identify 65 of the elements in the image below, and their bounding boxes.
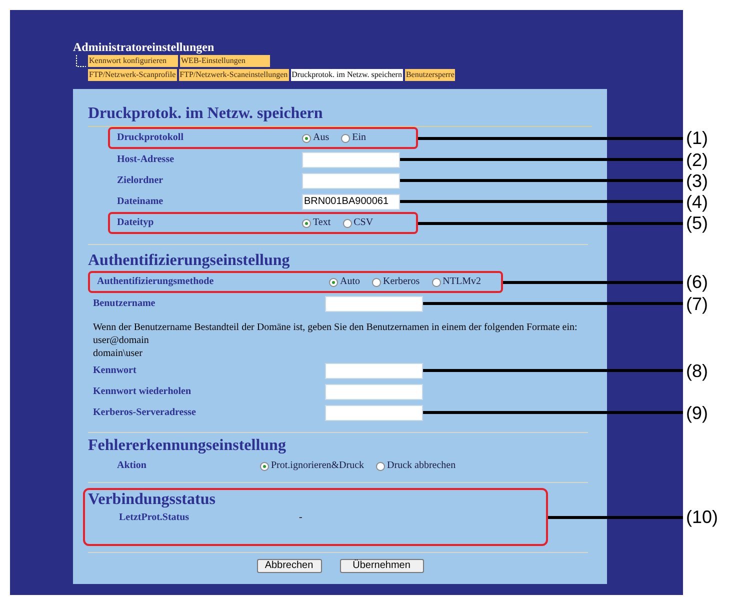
nav-tab[interactable]: Kennwort konfigurieren: [87, 54, 179, 68]
callout-number: (2): [686, 150, 708, 170]
radio-button[interactable]: [329, 278, 338, 286]
callout-number: (7): [686, 294, 708, 314]
hint-text: domain\user: [93, 347, 144, 360]
radio-button[interactable]: [372, 278, 381, 286]
input-field[interactable]: BRN001BA900061: [302, 194, 400, 210]
field-label: Kennwort: [93, 364, 138, 376]
field-label: Kennwort wiederholen: [93, 386, 192, 398]
nav-tab[interactable]: FTP/Netzwerk-Scanprofile: [87, 68, 178, 82]
radio-button[interactable]: [432, 278, 441, 286]
radio-option[interactable]: Kerberos: [372, 276, 420, 288]
radio-button[interactable]: [302, 134, 311, 142]
field-label: Aktion: [117, 460, 148, 472]
field-label: Host-Adresse: [117, 154, 176, 166]
radio-option[interactable]: Auto: [329, 276, 360, 288]
callout-number: (6): [686, 272, 708, 292]
radio-button[interactable]: [302, 218, 311, 228]
section-title: Fehlererkennungseinstellung: [88, 436, 287, 456]
tree-icon: [75, 55, 87, 68]
radio-option[interactable]: Druck abbrechen: [376, 460, 456, 472]
section-title: Druckprotok. im Netzw. speichern: [88, 104, 324, 124]
radio-option[interactable]: Ein: [341, 132, 366, 144]
radio-button[interactable]: [376, 462, 386, 470]
hint-text: user@domain: [93, 334, 150, 347]
nav-tab[interactable]: FTP/Netzwerk-Scaneinstellungen: [178, 68, 290, 82]
page-title: Administratoreinstellungen: [73, 40, 216, 54]
input-field[interactable]: [302, 152, 400, 168]
callout-number: (10): [686, 507, 718, 527]
callout-number: (5): [686, 213, 708, 233]
callout-number: (3): [686, 170, 708, 190]
nav-tab[interactable]: Benutzersperre: [404, 68, 456, 82]
callout-number: (8): [686, 360, 708, 380]
input-field[interactable]: [325, 296, 423, 312]
form-button[interactable]: Abbrechen: [256, 559, 322, 573]
field-label: LetztProt.Status: [119, 512, 190, 524]
field-label: Druckprotokoll: [117, 132, 184, 144]
radio-button[interactable]: [342, 218, 352, 228]
field-label: Authentifizierungsmethode: [97, 276, 215, 288]
field-label: Zielordner: [117, 174, 164, 186]
status-value: -: [299, 512, 302, 524]
nav-tab[interactable]: WEB-Einstellungen: [179, 54, 271, 68]
radio-option[interactable]: NTLMv2: [432, 276, 481, 288]
field-label: Kerberos-Serveradresse: [93, 406, 197, 418]
field-label: Dateiname: [117, 196, 164, 208]
field-label: Benutzername: [93, 298, 156, 310]
radio-option[interactable]: Text: [302, 217, 331, 229]
callout-number: (4): [686, 192, 708, 212]
callout-number: (9): [686, 402, 708, 422]
radio-option[interactable]: Prot.ignorieren&Druck: [260, 460, 364, 472]
input-field[interactable]: [325, 362, 423, 378]
radio-button[interactable]: [260, 462, 269, 470]
hint-text: Wenn der Benutzername Bestandteil der Domäne ist, geben Sie den Benutzernamen in einem der folgenden Formate ein:: [93, 321, 578, 334]
input-field[interactable]: [325, 404, 423, 420]
radio-button[interactable]: [341, 134, 350, 142]
form-button[interactable]: Übernehmen: [340, 559, 424, 573]
section-title: Verbindungsstatus: [88, 490, 216, 510]
section-title: Authentifizierungseinstellung: [88, 251, 291, 271]
input-field[interactable]: [302, 172, 400, 188]
field-label: Dateityp: [117, 217, 155, 229]
input-field[interactable]: [325, 384, 423, 400]
callout-number: (1): [686, 128, 708, 148]
radio-option[interactable]: CSV: [342, 217, 374, 229]
nav-tab[interactable]: Druckprotok. im Netzw. speichern: [290, 68, 404, 82]
radio-option[interactable]: Aus: [302, 132, 330, 144]
